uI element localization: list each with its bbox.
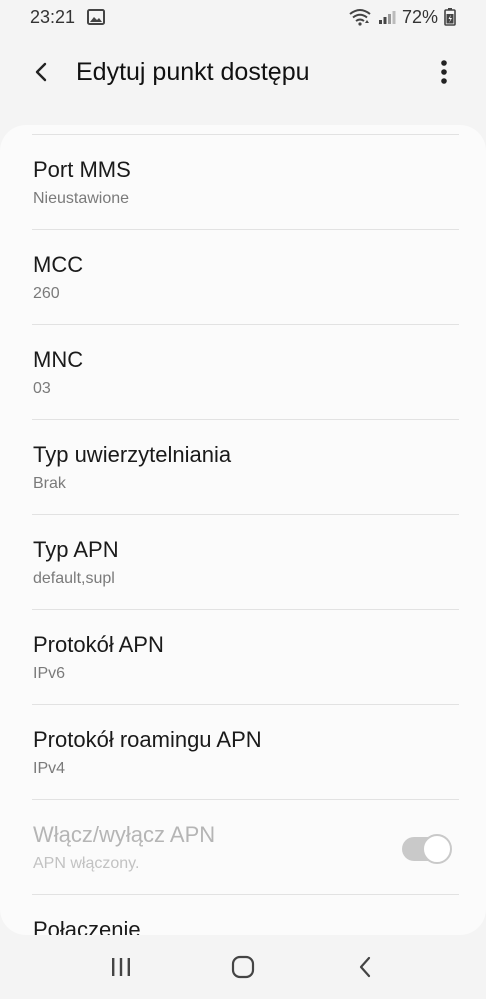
item-title: Typ APN [33, 537, 119, 562]
item-auth-type[interactable]: Typ uwierzytelniania Brak [0, 420, 486, 515]
apn-settings-list: Port MMS Nieustawione MCC 260 MNC 03 Typ… [0, 135, 486, 935]
item-title: Port MMS [33, 157, 131, 182]
item-title: Typ uwierzytelniania [33, 442, 232, 467]
item-value: APN włączony. [33, 855, 140, 872]
nav-back-button[interactable] [335, 942, 395, 992]
item-value: 260 [33, 285, 60, 302]
apn-enable-toggle [402, 834, 452, 864]
item-value: Nieustawione [33, 190, 130, 207]
battery-percent: 72% [401, 6, 438, 27]
back-arrow-icon [35, 62, 47, 82]
item-value: Brak [33, 475, 66, 492]
status-right: 72% [348, 7, 456, 28]
settings-card: Port MMS Nieustawione MCC 260 MNC 03 Typ… [0, 125, 486, 935]
item-apn-enable: Włącz/wyłącz APN APN włączony. [0, 800, 486, 895]
item-title: MCC [33, 252, 84, 277]
toggle-knob [422, 834, 452, 864]
item-value: IPv4 [33, 760, 66, 777]
battery-icon [444, 8, 456, 26]
recents-button[interactable] [91, 942, 151, 992]
item-port-mms[interactable]: Port MMS Nieustawione [0, 135, 486, 230]
back-icon [359, 956, 371, 978]
item-mcc[interactable]: MCC 260 [0, 230, 486, 325]
item-title: Włącz/wyłącz APN [33, 822, 216, 847]
page-title: Edytuj punkt dostępu [76, 57, 310, 86]
status-bar: 23:21 72% [0, 0, 486, 34]
item-title: Protokół APN [33, 632, 164, 657]
item-title: Protokół roamingu APN [33, 727, 262, 752]
signal-icon [378, 9, 396, 25]
item-mnc[interactable]: MNC 03 [0, 325, 486, 420]
back-button[interactable] [16, 46, 68, 98]
item-value: 03 [33, 380, 51, 397]
item-title: MNC [33, 347, 84, 372]
recents-icon [112, 958, 130, 976]
navigation-bar [0, 935, 486, 999]
item-apn-protocol[interactable]: Protokół APN IPv6 [0, 610, 486, 705]
status-time: 23:21 [30, 6, 76, 27]
home-icon [231, 955, 255, 979]
item-value: IPv6 [33, 665, 66, 682]
home-button[interactable] [213, 942, 273, 992]
item-apn-type[interactable]: Typ APN default,supl [0, 515, 486, 610]
item-apn-roaming-protocol[interactable]: Protokół roamingu APN IPv4 [0, 705, 486, 800]
item-title: Połączenie [33, 917, 141, 935]
item-connection[interactable]: Połączenie [0, 895, 486, 935]
image-icon [87, 9, 106, 25]
screen: 23:21 72% Edytuj punkt dostępu Port MMS … [0, 0, 486, 999]
status-left: 23:21 [30, 6, 106, 28]
wifi-icon [348, 8, 372, 26]
item-value: default,supl [33, 570, 115, 587]
more-vert-icon [441, 60, 447, 84]
app-bar: Edytuj punkt dostępu [0, 34, 486, 110]
more-options-button[interactable] [422, 46, 466, 98]
